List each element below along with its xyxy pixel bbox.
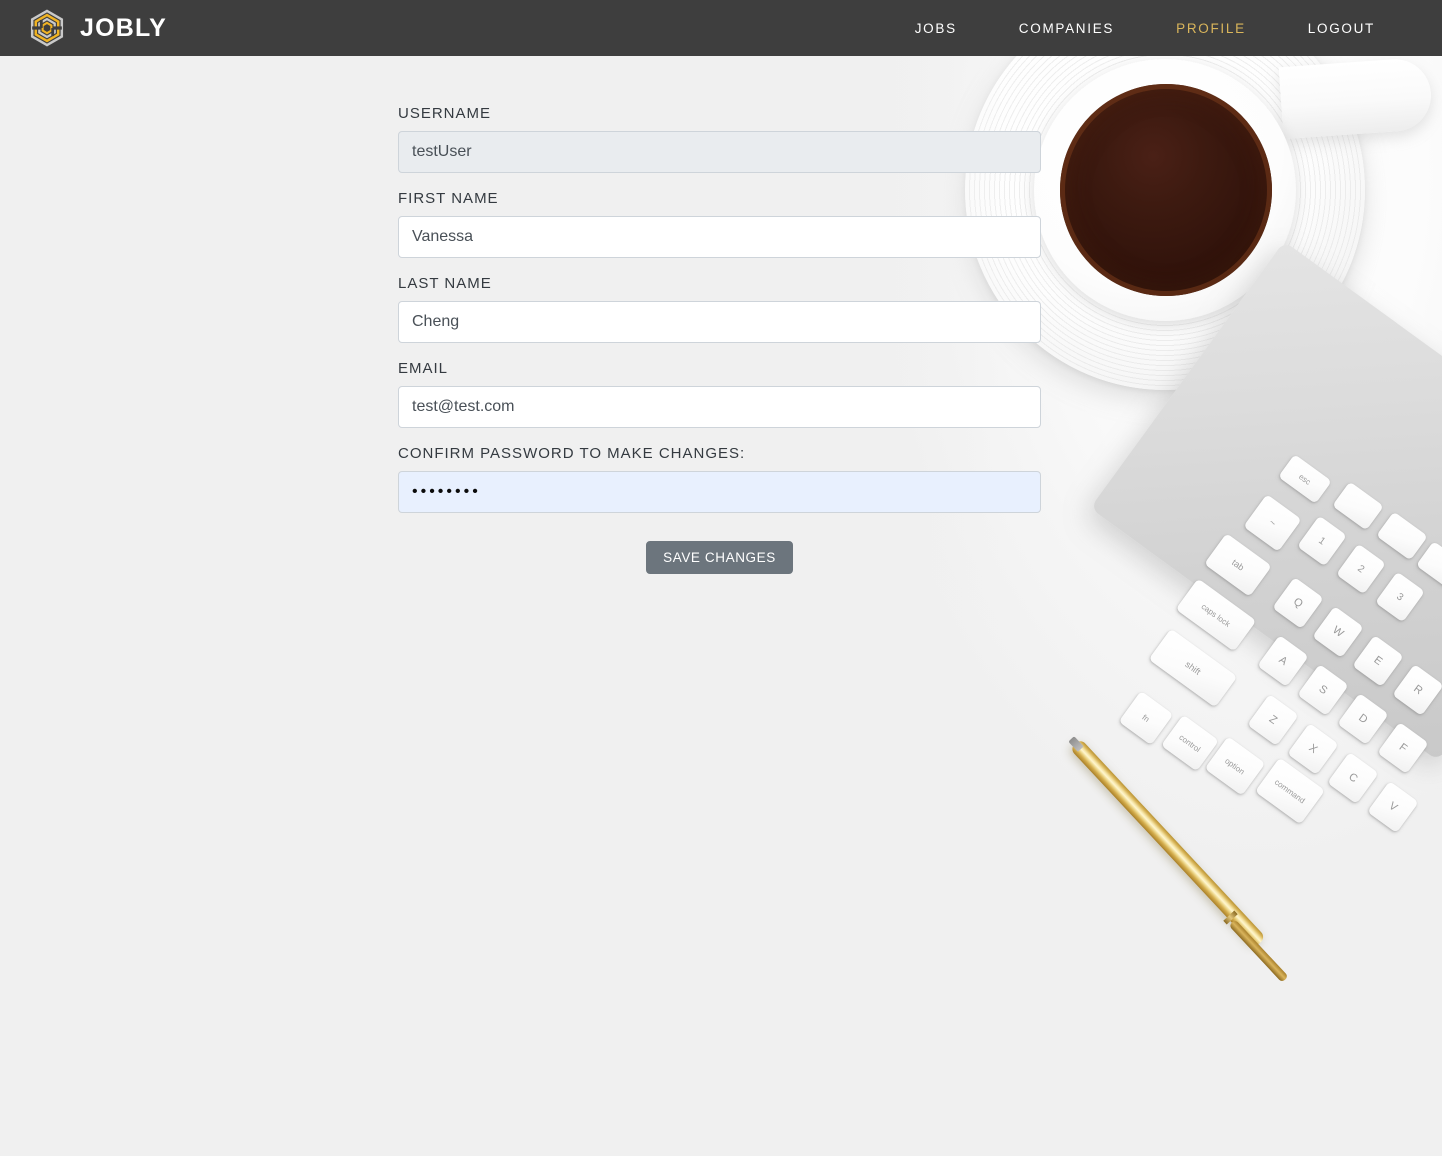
form-group-password: CONFIRM PASSWORD TO MAKE CHANGES: ••••••…	[398, 445, 1041, 513]
nav-link-jobs[interactable]: JOBS	[884, 15, 988, 42]
keyboard-key: Q	[1272, 577, 1324, 629]
keyboard-key: C	[1327, 752, 1379, 804]
keyboard-key: fn	[1118, 690, 1174, 746]
input-first-name[interactable]	[398, 216, 1041, 258]
form-group-first-name: FIRST NAME	[398, 190, 1041, 258]
label-last-name: LAST NAME	[398, 275, 492, 292]
form-group-last-name: LAST NAME	[398, 275, 1041, 343]
keyboard-key: X	[1287, 723, 1339, 775]
nav-link-profile[interactable]: PROFILE	[1145, 15, 1277, 42]
keyboard-key: D	[1337, 693, 1389, 745]
save-button-row: SAVE CHANGES	[398, 541, 1041, 574]
text-fields-group: USERNAME FIRST NAME LAST NAME EMAIL	[398, 105, 1041, 428]
keyboard-key: E	[1352, 635, 1404, 687]
keyboard-key: A	[1257, 635, 1309, 687]
page-content: USERNAME FIRST NAME LAST NAME EMAIL CONFIRM…	[0, 56, 1442, 574]
label-email: EMAIL	[398, 360, 449, 377]
navbar: JOBLY JOBS COMPANIES PROFILE LOGOUT	[0, 0, 1442, 56]
keyboard-key: V	[1367, 781, 1419, 833]
label-username: USERNAME	[398, 105, 492, 122]
form-group-email: EMAIL	[398, 360, 1041, 428]
input-last-name[interactable]	[398, 301, 1041, 343]
input-username	[398, 131, 1041, 173]
keyboard-key: S	[1297, 664, 1349, 716]
nav-link-logout[interactable]: LOGOUT	[1277, 15, 1406, 42]
input-email[interactable]	[398, 386, 1041, 428]
keyboard-key: 3	[1375, 571, 1425, 623]
keyboard-key: Z	[1247, 694, 1299, 746]
password-input[interactable]: ••••••••	[398, 471, 1041, 513]
keyboard-key: W	[1312, 606, 1364, 658]
password-masked-value: ••••••••	[412, 483, 481, 500]
profile-form: USERNAME FIRST NAME LAST NAME EMAIL CONFIRM…	[398, 56, 1041, 574]
brand-name: JOBLY	[80, 13, 168, 42]
brand-link[interactable]: JOBLY	[28, 9, 167, 47]
password-label: CONFIRM PASSWORD TO MAKE CHANGES:	[398, 445, 746, 462]
jobly-hexagon-logo-icon	[30, 9, 64, 47]
form-group-username: USERNAME	[398, 105, 1041, 173]
keyboard-key: F	[1377, 722, 1429, 774]
keyboard-key: R	[1392, 664, 1442, 716]
save-changes-button[interactable]: SAVE CHANGES	[646, 541, 793, 574]
nav-link-companies[interactable]: COMPANIES	[988, 15, 1145, 42]
label-first-name: FIRST NAME	[398, 190, 499, 207]
nav-links: JOBS COMPANIES PROFILE LOGOUT	[884, 15, 1406, 42]
